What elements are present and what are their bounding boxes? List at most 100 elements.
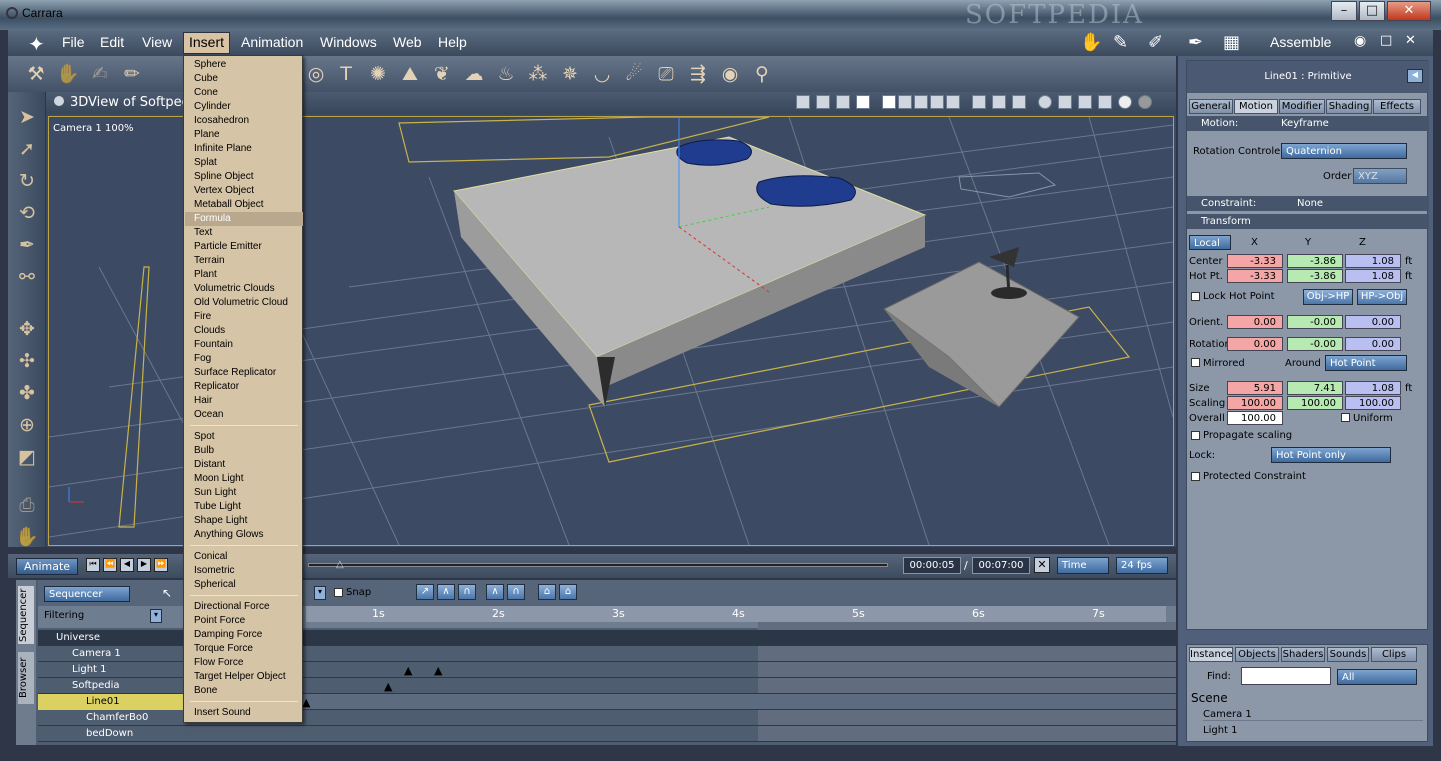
orient-x-field[interactable]: 0.00 (1227, 315, 1283, 329)
close-button[interactable]: ✕ (1387, 1, 1431, 21)
hotpt-y-field[interactable]: -3.86 (1287, 269, 1343, 283)
menu-insert[interactable]: Insert (183, 32, 231, 54)
keyframe-icon[interactable]: ▲ (434, 664, 442, 677)
insert-menu-item[interactable]: Text (185, 226, 303, 240)
uniform-checkbox[interactable] (1341, 413, 1350, 422)
orbit-icon[interactable]: ⊕ (14, 412, 40, 438)
brush-tool-icon[interactable]: ✍ (88, 62, 112, 86)
shield-icon[interactable] (972, 95, 986, 109)
insert-menu-item[interactable]: Plane (185, 128, 303, 142)
layout-four-icon[interactable] (946, 95, 960, 109)
room-texture-icon[interactable]: ✒ (1188, 32, 1203, 53)
keyframe-icon[interactable]: ▲ (302, 696, 310, 709)
constraint-section[interactable]: Constraint: None (1187, 196, 1429, 211)
rotate-icon[interactable]: ↻ (14, 168, 40, 194)
rotation-y-field[interactable]: -0.00 (1287, 337, 1343, 351)
time-scrubber[interactable] (308, 563, 888, 567)
insert-menu-item[interactable]: Fog (185, 352, 303, 366)
menu-edit[interactable]: Edit (96, 34, 128, 50)
insert-menu-item[interactable]: Metaball Object (185, 198, 303, 212)
insert-menu-item[interactable]: Plant (185, 268, 303, 282)
scene-item[interactable]: Light 1 (1203, 725, 1423, 736)
insert-menu-item[interactable]: Sphere (185, 58, 303, 72)
move-xz-icon[interactable]: ✣ (14, 348, 40, 374)
room-close-icon[interactable]: ✕ (1405, 33, 1416, 48)
rotation-z-field[interactable]: 0.00 (1345, 337, 1401, 351)
box-view-icon[interactable]: ◩ (14, 444, 40, 470)
insert-camera-icon[interactable]: ⎚ (654, 62, 678, 86)
panel-menu-icon[interactable]: ◀ (1407, 69, 1423, 83)
shield-icon[interactable] (1012, 95, 1026, 109)
move-yz-icon[interactable]: ✤ (14, 380, 40, 406)
insert-menu-item[interactable]: Replicator (185, 380, 303, 394)
view-option-icon[interactable] (796, 95, 810, 109)
scaling-z-field[interactable]: 100.00 (1345, 396, 1401, 410)
tab-shaders[interactable]: Shaders (1281, 647, 1325, 662)
insert-menu-item[interactable]: Torque Force (185, 642, 303, 656)
minimize-button[interactable]: – (1331, 1, 1357, 21)
tab-general[interactable]: General (1189, 99, 1233, 114)
tab-shading[interactable]: Shading (1326, 99, 1372, 114)
insert-menu-item[interactable]: Old Volumetric Cloud (185, 296, 303, 310)
tab-effects[interactable]: Effects (1373, 99, 1421, 114)
insert-menu-item[interactable]: Anything Glows (185, 528, 303, 542)
filter-expand-icon[interactable]: ▾ (150, 609, 162, 623)
find-input[interactable] (1241, 667, 1331, 685)
insert-menu-item[interactable]: Spot (185, 430, 303, 444)
insert-menu-item[interactable]: Sun Light (185, 486, 303, 500)
menu-file[interactable]: File (58, 34, 89, 50)
insert-menu-item[interactable]: Infinite Plane (185, 142, 303, 156)
menu-view[interactable]: View (138, 34, 176, 50)
expand-icon[interactable]: ▾ (314, 586, 326, 600)
hotpt-x-field[interactable]: -3.33 (1227, 269, 1283, 283)
scale-icon[interactable]: ⟲ (14, 200, 40, 226)
insert-menu-item[interactable]: Spline Object (185, 170, 303, 184)
view-menu-icon[interactable] (54, 96, 64, 106)
insert-menu-item[interactable]: Isometric (185, 564, 303, 578)
tab-instance[interactable]: Instance (1189, 647, 1233, 662)
room-model-icon[interactable]: ✎ (1113, 32, 1128, 53)
step-back-icon[interactable]: ◀ (120, 558, 134, 572)
tab-browser[interactable]: Browser (18, 652, 34, 704)
insert-menu-item[interactable]: Vertex Object (185, 184, 303, 198)
size-z-field[interactable]: 1.08 (1345, 381, 1401, 395)
insert-menu-item[interactable]: Moon Light (185, 472, 303, 486)
smooth-shade-icon[interactable] (1118, 95, 1132, 109)
move-xy-icon[interactable]: ✥ (14, 316, 40, 342)
insert-menu-item[interactable]: Point Force (185, 614, 303, 628)
room-assemble-icon[interactable]: ✋ (1080, 32, 1102, 53)
bbox-icon[interactable] (1078, 95, 1092, 109)
play-icon[interactable]: ▶ (137, 558, 151, 572)
fast-forward-icon[interactable]: ⏩ (154, 558, 168, 572)
scene-item[interactable]: Camera 1 (1203, 709, 1423, 721)
insert-ocean-icon[interactable]: ◡ (590, 62, 614, 86)
snap-checkbox[interactable] (334, 588, 343, 597)
rotation-controller-select[interactable]: Quaternion (1281, 143, 1407, 159)
insert-menu-item[interactable]: Tube Light (185, 500, 303, 514)
layout-single-icon[interactable] (882, 95, 896, 109)
loop-icon[interactable]: ✕ (1034, 557, 1050, 573)
menu-web[interactable]: Web (389, 34, 426, 50)
insert-menu-item[interactable]: Insert Sound (185, 706, 303, 720)
insert-hair-icon[interactable]: ✵ (558, 62, 582, 86)
insert-menu-item[interactable]: Icosahedron (185, 114, 303, 128)
keyframe-icon[interactable]: ▲ (384, 680, 392, 693)
insert-terrain-icon[interactable]: ⛰ (398, 62, 422, 86)
insert-force-icon[interactable]: ⇶ (686, 62, 710, 86)
rewind-icon[interactable]: ⏪ (103, 558, 117, 572)
tween-linear-icon[interactable]: ↗ (416, 584, 434, 600)
insert-menu-item[interactable]: Volumetric Clouds (185, 282, 303, 296)
menu-windows[interactable]: Windows (316, 34, 381, 50)
tab-motion[interactable]: Motion (1234, 99, 1278, 114)
camera-icon[interactable]: ⎙ (14, 492, 40, 518)
maximize-button[interactable]: □ (1359, 1, 1385, 21)
center-z-field[interactable]: 1.08 (1345, 254, 1401, 268)
insert-menu-item[interactable]: Shape Light (185, 514, 303, 528)
insert-replicator-icon[interactable]: ⁂ (526, 62, 550, 86)
tween-smooth-icon[interactable]: ∩ (458, 584, 476, 600)
insert-menu-item[interactable]: Formula (185, 212, 303, 226)
insert-menu-item[interactable]: Directional Force (185, 600, 303, 614)
orient-z-field[interactable]: 0.00 (1345, 315, 1401, 329)
insert-torus-icon[interactable]: ◎ (304, 62, 328, 86)
find-filter-select[interactable]: All (1337, 669, 1417, 685)
